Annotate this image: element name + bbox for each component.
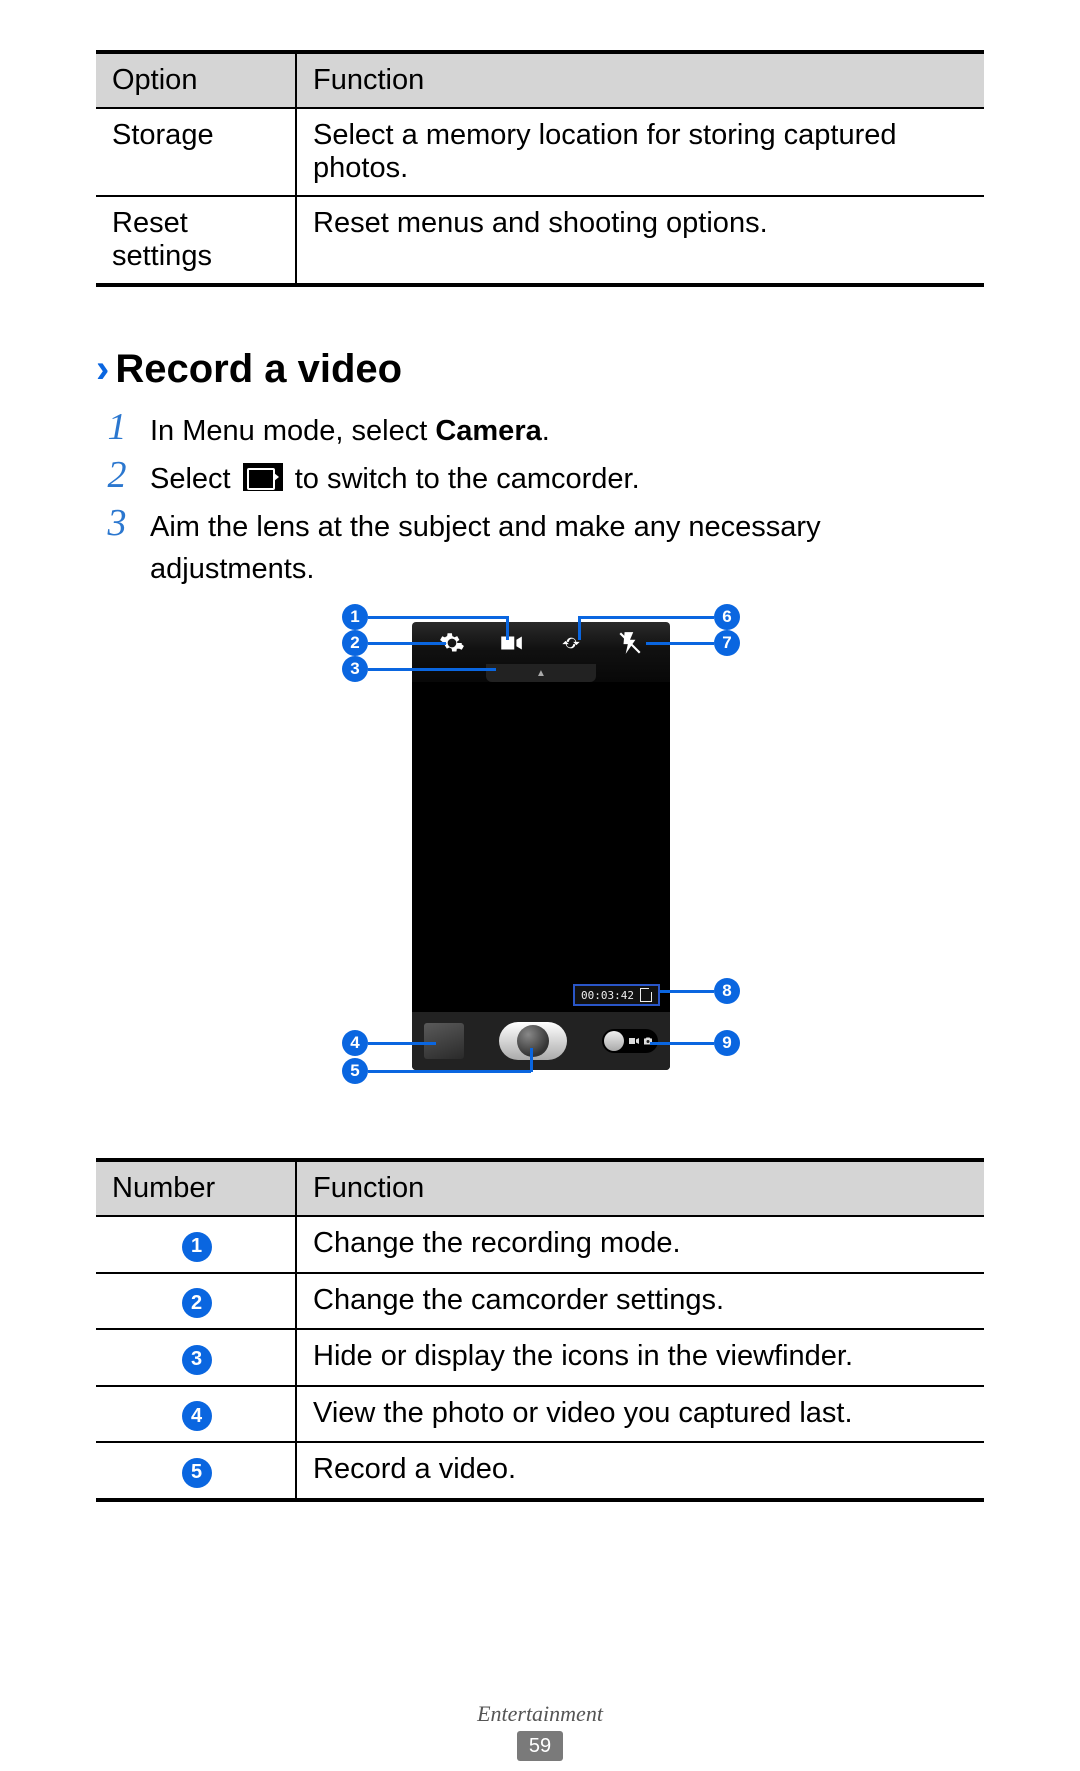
number-badge: 3 xyxy=(182,1345,212,1375)
page-content: Option Function Storage Select a memory … xyxy=(0,0,1080,1502)
number-badge: 2 xyxy=(182,1288,212,1318)
callout-number-cell: 4 xyxy=(96,1386,296,1443)
table-row: 1 Change the recording mode. xyxy=(96,1216,984,1273)
hide-bar: ▲ xyxy=(486,664,596,682)
option-cell: Reset settings xyxy=(96,196,296,285)
callout-header-function: Function xyxy=(296,1160,984,1216)
table-row: 5 Record a video. xyxy=(96,1442,984,1500)
number-badge: 4 xyxy=(182,1401,212,1431)
viewfinder xyxy=(412,682,670,1012)
callout-header-number: Number xyxy=(96,1160,296,1216)
phone-screenshot: ▲ 00:03:42 xyxy=(412,622,670,1070)
option-cell: Storage xyxy=(96,108,296,196)
step-text-pre: Select xyxy=(150,463,239,495)
callout-badge-2: 2 xyxy=(342,630,368,656)
section-heading: › Record a video xyxy=(96,347,984,392)
chevron-icon: › xyxy=(96,349,109,389)
callout-badge-9: 9 xyxy=(714,1030,740,1056)
step-text-pre: In Menu mode, select xyxy=(150,415,435,447)
time-chip: 00:03:42 xyxy=(573,984,660,1006)
callout-badge-1: 1 xyxy=(342,604,368,630)
steps-list: 1 In Menu mode, select Camera. 2 Select … xyxy=(102,406,984,590)
callout-function-cell: View the photo or video you captured las… xyxy=(296,1386,984,1443)
table-row: 3 Hide or display the icons in the viewf… xyxy=(96,1329,984,1386)
callout-number-cell: 1 xyxy=(96,1216,296,1273)
callout-function-cell: Change the recording mode. xyxy=(296,1216,984,1273)
recording-mode-icon xyxy=(494,626,528,660)
callout-number-cell: 3 xyxy=(96,1329,296,1386)
callout-badge-3: 3 xyxy=(342,656,368,682)
switch-camera-icon xyxy=(554,626,588,660)
callout-function-cell: Change the camcorder settings. xyxy=(296,1273,984,1330)
timecode-text: 00:03:42 xyxy=(581,989,634,1002)
step-number: 2 xyxy=(102,454,132,500)
step-number: 1 xyxy=(102,406,132,452)
camcorder-topbar xyxy=(412,622,670,664)
table-row: 4 View the photo or video you captured l… xyxy=(96,1386,984,1443)
storage-icon xyxy=(640,988,652,1002)
camcorder-diagram: ▲ 00:03:42 1 xyxy=(260,608,820,1128)
callout-number-cell: 2 xyxy=(96,1273,296,1330)
diagram-wrap: ▲ 00:03:42 1 xyxy=(96,608,984,1128)
callout-number-cell: 5 xyxy=(96,1442,296,1500)
camcorder-icon xyxy=(243,463,283,491)
step-1: 1 In Menu mode, select Camera. xyxy=(102,406,984,452)
step-text: In Menu mode, select Camera. xyxy=(150,406,984,452)
options-header-option: Option xyxy=(96,52,296,108)
callout-table: Number Function 1 Change the recording m… xyxy=(96,1158,984,1502)
table-row: Reset settings Reset menus and shooting … xyxy=(96,196,984,285)
number-badge: 1 xyxy=(182,1232,212,1262)
mode-switch-knob xyxy=(604,1031,624,1051)
options-table: Option Function Storage Select a memory … xyxy=(96,50,984,287)
step-3: 3 Aim the lens at the subject and make a… xyxy=(102,502,984,590)
page-number: 59 xyxy=(517,1731,563,1761)
step-text-post: to switch to the camcorder. xyxy=(287,463,640,495)
callout-badge-5: 5 xyxy=(342,1058,368,1084)
callout-badge-7: 7 xyxy=(714,630,740,656)
section-title: Record a video xyxy=(115,347,402,392)
table-row: 2 Change the camcorder settings. xyxy=(96,1273,984,1330)
step-2: 2 Select to switch to the camcorder. xyxy=(102,454,984,500)
number-badge: 5 xyxy=(182,1458,212,1488)
step-text-bold: Camera xyxy=(435,415,541,447)
step-number: 3 xyxy=(102,502,132,590)
callout-badge-6: 6 xyxy=(714,604,740,630)
callout-function-cell: Record a video. xyxy=(296,1442,984,1500)
callout-function-cell: Hide or display the icons in the viewfin… xyxy=(296,1329,984,1386)
thumbnail-icon xyxy=(424,1023,464,1059)
footer-chapter: Entertainment xyxy=(0,1701,1080,1727)
function-cell: Reset menus and shooting options. xyxy=(296,196,984,285)
camcorder-bottombar xyxy=(412,1012,670,1070)
mode-switch xyxy=(602,1029,658,1053)
step-text: Select to switch to the camcorder. xyxy=(150,454,984,500)
record-button xyxy=(499,1022,567,1060)
callout-badge-4: 4 xyxy=(342,1030,368,1056)
step-text-post: . xyxy=(542,415,550,447)
options-header-function: Function xyxy=(296,52,984,108)
step-text: Aim the lens at the subject and make any… xyxy=(150,502,984,590)
callout-badge-8: 8 xyxy=(714,978,740,1004)
flash-off-icon xyxy=(613,626,647,660)
function-cell: Select a memory location for storing cap… xyxy=(296,108,984,196)
table-row: Storage Select a memory location for sto… xyxy=(96,108,984,196)
